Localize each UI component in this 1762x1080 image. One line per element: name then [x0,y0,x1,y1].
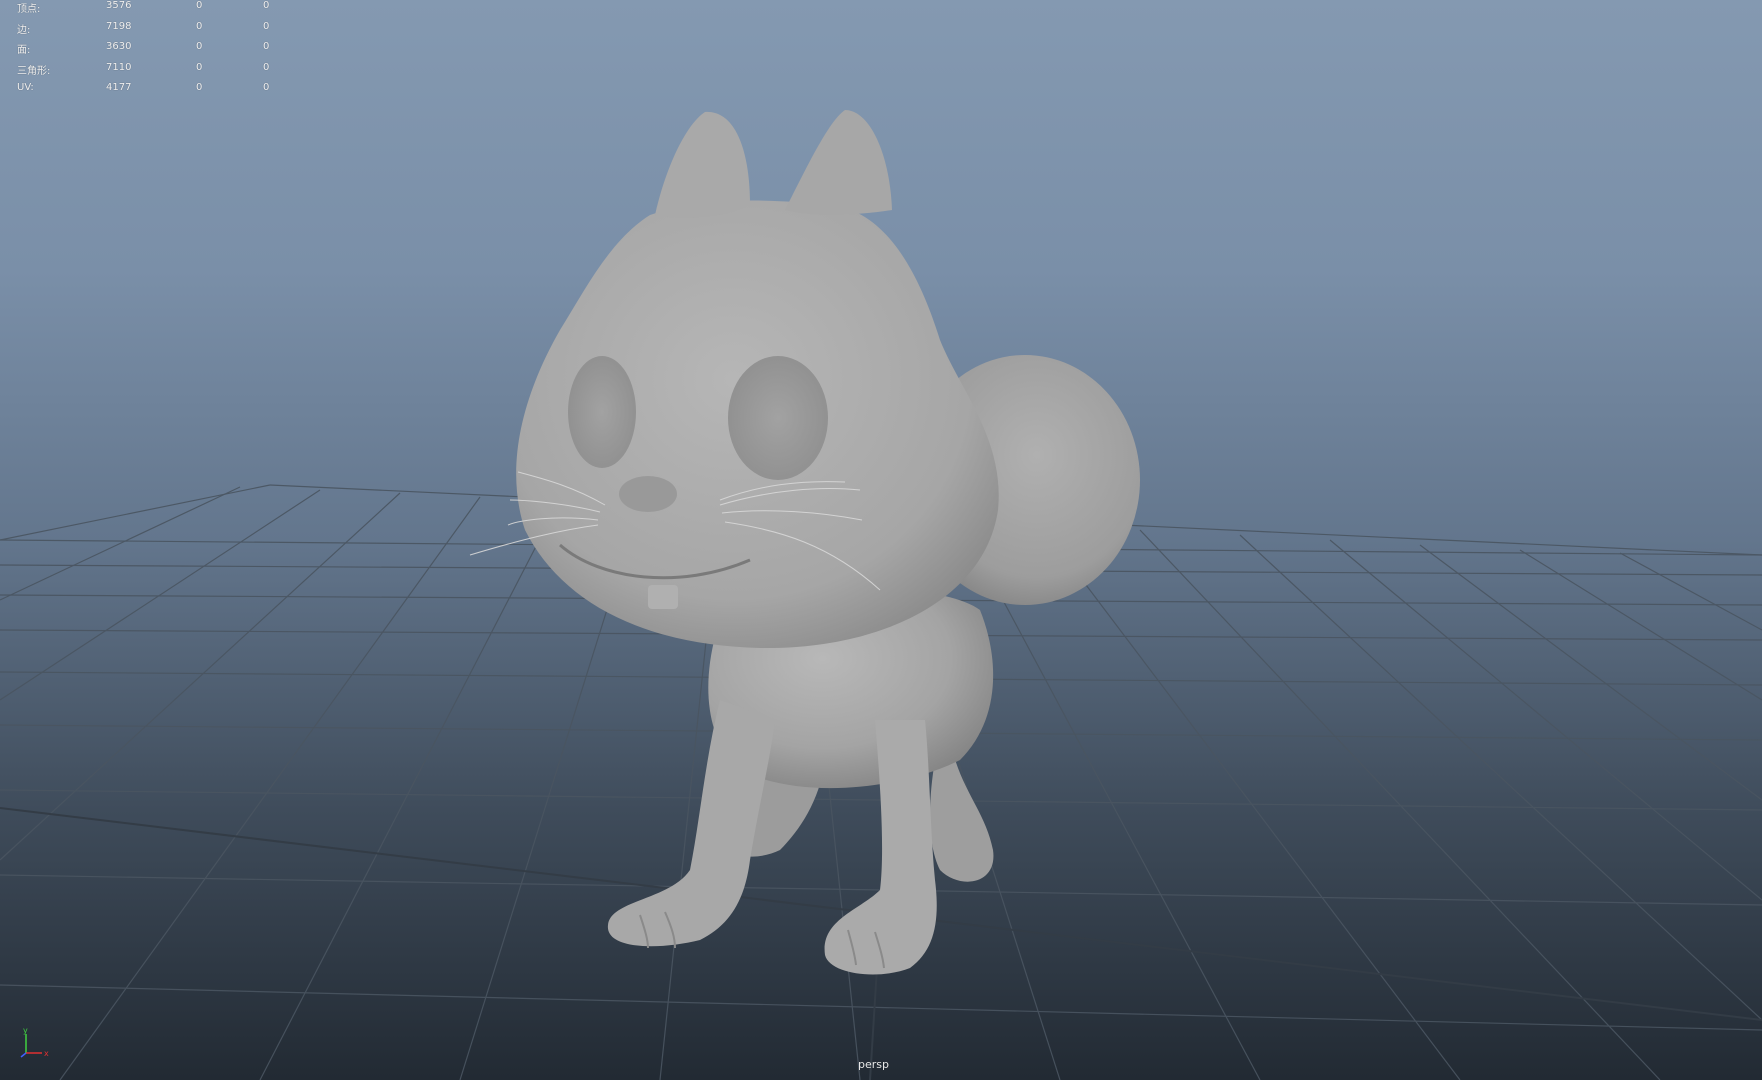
hud-total-value: 4177 [106,82,132,94]
axis-gizmo-icon: y x [20,1026,49,1058]
squirrel-front-leg-left [607,700,775,947]
hud-label: UV: [17,82,34,94]
hud-selected-value: 0 [196,41,203,53]
hud-selected-value-2: 0 [263,20,270,32]
camera-name-label: persp [858,1058,889,1071]
hud-label: 面: [17,45,31,57]
hud-total-value: 3576 [106,0,132,11]
hud-selected-value-2: 0 [263,82,270,94]
hud-label: 边: [17,24,31,36]
hud-selected-value-2: 0 [263,41,270,53]
squirrel-nose [619,476,677,512]
axis-x-label: x [44,1049,49,1058]
hud-total-value: 7110 [106,61,132,73]
squirrel-ear-left [655,111,750,218]
hud-row-triangles: 三角形: 7110 0 0 [17,60,277,81]
hud-row-uvs: UV: 4177 0 0 [17,80,277,101]
axis-y-label: y [23,1026,28,1035]
hud-total-value: 7198 [106,20,132,32]
hud-selected-value: 0 [196,61,203,73]
squirrel-tooth [648,585,678,609]
viewport-scene[interactable] [0,0,1762,1080]
hud-selected-value-2: 0 [263,0,270,11]
hud-row-edges: 边: 7198 0 0 [17,19,277,40]
squirrel-model[interactable] [469,110,1140,975]
squirrel-ear-right [785,110,892,215]
perspective-viewport[interactable]: 顶点: 3576 0 0 边: 7198 0 0 面: 3630 0 0 三角形… [0,0,1762,1080]
hud-selected-value: 0 [196,20,203,32]
hud-label: 顶点: [17,4,41,15]
squirrel-eye-left [568,356,636,468]
hud-label: 三角形: [17,65,51,77]
poly-count-hud: 顶点: 3576 0 0 边: 7198 0 0 面: 3630 0 0 三角形… [17,0,277,101]
squirrel-eye-right [728,356,828,480]
hud-row-vertices: 顶点: 3576 0 0 [17,0,277,19]
hud-total-value: 3630 [106,41,132,53]
hud-selected-value: 0 [196,0,203,11]
hud-selected-value: 0 [196,82,203,94]
hud-selected-value-2: 0 [263,61,270,73]
hud-row-faces: 面: 3630 0 0 [17,39,277,60]
